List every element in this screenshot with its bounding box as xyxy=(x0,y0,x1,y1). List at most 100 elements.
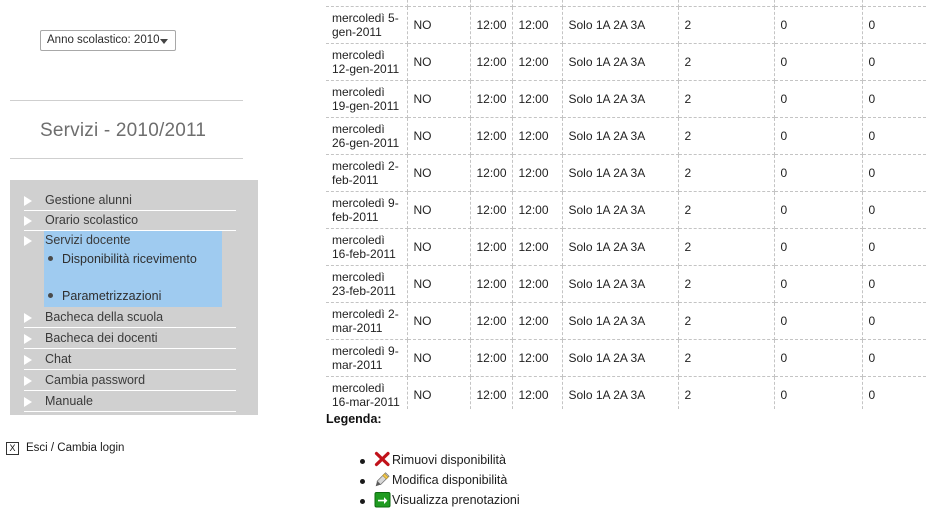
cell-to: 12:00 xyxy=(512,80,563,118)
cell-classes: Solo 1A 2A 3A xyxy=(562,302,679,340)
sidebar-item-manuale[interactable]: Manuale xyxy=(24,392,236,412)
cell-n: 2 xyxy=(678,154,775,192)
cell-from: 12:00 xyxy=(470,376,513,409)
table-row: mercoledì 16-mar-2011 NO 12:00 12:00 Solo 1A… xyxy=(326,376,926,409)
sidebar-item-orario-scolastico[interactable]: Orario scolastico xyxy=(24,211,236,231)
cell-b: 0 xyxy=(862,117,926,155)
triangle-right-icon xyxy=(24,196,32,206)
cell-date: mercoledì 9-mar-2011 xyxy=(326,339,408,377)
cell-from: 12:00 xyxy=(470,302,513,340)
cell-to: 12:00 xyxy=(512,228,563,266)
table-row: mercoledì 23-feb-2011 NO 12:00 12:00 Solo 1A… xyxy=(326,265,926,303)
cell-b: 0 xyxy=(862,154,926,192)
cell-to: 12:00 xyxy=(512,154,563,192)
sidebar-subitem-label: Parametrizzazioni xyxy=(62,289,162,303)
bullet-icon xyxy=(360,459,365,464)
cell-to: 12:00 xyxy=(512,191,563,229)
cell-to: 12:00 xyxy=(512,302,563,340)
cell-festivo: NO xyxy=(407,6,471,44)
sidebar-subitem-parametrizzazioni[interactable]: Parametrizzazioni xyxy=(48,289,212,303)
cell-a: 0 xyxy=(774,339,863,377)
logout-label: Esci / Cambia login xyxy=(26,442,125,454)
table-row: mercoledì 12-gen-2011 NO 12:00 12:00 Solo 1A… xyxy=(326,43,926,81)
triangle-right-icon xyxy=(24,376,32,386)
sidebar-subitem-label: Disponibilità ricevimento xyxy=(62,252,197,266)
sidebar-item-label: Bacheca della scuola xyxy=(45,310,164,324)
cell-festivo: NO xyxy=(407,117,471,155)
legend-item-label: Visualizza prenotazioni xyxy=(392,493,520,507)
divider-top xyxy=(10,100,243,101)
cell-n: 2 xyxy=(678,6,775,44)
divider-bottom xyxy=(10,158,243,159)
table-row: mercoledì 16-feb-2011 NO 12:00 12:00 Solo 1A… xyxy=(326,228,926,266)
cell-festivo: NO xyxy=(407,302,471,340)
legend-item-label: Modifica disponibilità xyxy=(392,473,508,487)
cell-from: 12:00 xyxy=(470,117,513,155)
sidebar-item-chat[interactable]: Chat xyxy=(24,350,236,370)
cell-b: 0 xyxy=(862,80,926,118)
cell-to: 12:00 xyxy=(512,265,563,303)
school-year-select-label: Anno scolastico: 2010 xyxy=(47,34,160,46)
cell-date: mercoledì 2-mar-2011 xyxy=(326,302,408,340)
availability-table-container: 29-dic-2010 mercoledì 5-gen-2011NO12:001… xyxy=(326,0,926,409)
sidebar-item-servizi-docente[interactable]: Servizi docente xyxy=(45,233,130,247)
cell-b: 0 xyxy=(862,376,926,409)
cell-classes: Solo 1A 2A 3A xyxy=(562,6,679,44)
triangle-right-icon xyxy=(24,397,32,407)
triangle-right-icon xyxy=(24,216,32,226)
triangle-right-icon xyxy=(24,313,32,323)
cell-n: 2 xyxy=(678,43,775,81)
table-row: mercoledì 2-feb-2011 NO 12:00 12:00 Solo 1A … xyxy=(326,154,926,192)
sidebar-subitem-disponibilita-ricevimento[interactable]: Disponibilità ricevimento xyxy=(48,252,212,266)
school-year-select[interactable]: Anno scolastico: 2010 xyxy=(40,30,176,51)
cell-from: 12:00 xyxy=(470,191,513,229)
cell-a: 0 xyxy=(774,376,863,409)
bullet-icon xyxy=(360,499,365,504)
cell-a: 0 xyxy=(774,43,863,81)
cell-n: 2 xyxy=(678,265,775,303)
cell-n: 2 xyxy=(678,302,775,340)
cell-n: 2 xyxy=(678,339,775,377)
cell-from: 12:00 xyxy=(470,6,513,44)
sidebar-item-label: Cambia password xyxy=(45,373,146,387)
sidebar-item-gestione-alunni[interactable]: Gestione alunni xyxy=(24,191,236,211)
bullet-icon xyxy=(48,256,53,261)
cell-to: 12:00 xyxy=(512,117,563,155)
table-row: mercoledì 19-gen-2011 NO 12:00 12:00 Solo 1A… xyxy=(326,80,926,118)
cell-classes: Solo 1A 2A 3A xyxy=(562,339,679,377)
cell-classes: Solo 1A 2A 3A xyxy=(562,117,679,155)
table-row: mercoledì 26-gen-2011 NO 12:00 12:00 Solo 1A… xyxy=(326,117,926,155)
sidebar: Anno scolastico: 2010 Servizi - 2010/201… xyxy=(0,0,300,511)
triangle-right-icon xyxy=(24,236,32,246)
cell-date: mercoledì 9-feb-2011 xyxy=(326,191,408,229)
sidebar-item-bacheca-della-scuola[interactable]: Bacheca della scuola xyxy=(24,308,236,328)
cell-date: mercoledì 16-feb-2011 xyxy=(326,228,408,266)
cell-date: mercoledì 26-gen-2011 xyxy=(326,117,408,155)
triangle-right-icon xyxy=(24,355,32,365)
cell-festivo: NO xyxy=(407,265,471,303)
chevron-down-icon xyxy=(160,39,168,44)
sidebar-item-cambia-password[interactable]: Cambia password xyxy=(24,371,236,391)
cell-b: 0 xyxy=(862,228,926,266)
cell-classes: Solo 1A 2A 3A xyxy=(562,43,679,81)
legend-title: Legenda: xyxy=(326,412,382,426)
cell-date-cutoff: 29-dic-2010 xyxy=(326,0,408,7)
cell-to: 12:00 xyxy=(512,43,563,81)
cell-classes: Solo 1A 2A 3A xyxy=(562,80,679,118)
cell-b: 0 xyxy=(862,339,926,377)
cell-festivo: NO xyxy=(407,154,471,192)
green-arrow-icon xyxy=(374,491,391,508)
cell-n: 2 xyxy=(678,228,775,266)
cell-a: 0 xyxy=(774,154,863,192)
cell-a: 0 xyxy=(774,228,863,266)
cell-to: 12:00 xyxy=(512,6,563,44)
sidebar-item-bacheca-dei-docenti[interactable]: Bacheca dei docenti xyxy=(24,329,236,349)
cell-date: mercoledì 12-gen-2011 xyxy=(326,43,408,81)
cell-date: mercoledì 16-mar-2011 xyxy=(326,376,408,409)
cell-classes: Solo 1A 2A 3A xyxy=(562,228,679,266)
sidebar-item-label: Bacheca dei docenti xyxy=(45,331,158,345)
cell-to: 12:00 xyxy=(512,339,563,377)
cell-from: 12:00 xyxy=(470,265,513,303)
bullet-icon xyxy=(360,479,365,484)
cell-b: 0 xyxy=(862,302,926,340)
